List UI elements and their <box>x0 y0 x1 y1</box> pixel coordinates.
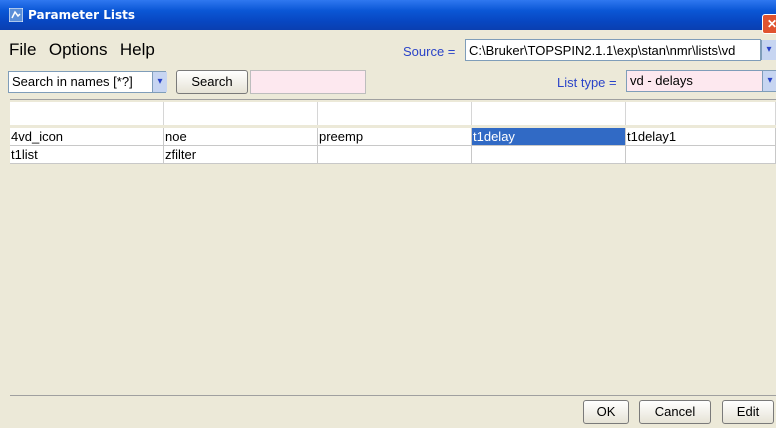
app-icon <box>9 8 23 22</box>
ok-button[interactable]: OK <box>583 400 629 424</box>
menu-file[interactable]: File <box>9 40 36 60</box>
chevron-down-icon: ▾ <box>157 76 163 87</box>
list-type-select[interactable]: vd - delays <box>626 70 776 92</box>
list-type-dropdown-button[interactable]: ▾ <box>762 71 776 91</box>
list-cell[interactable]: t1delay1 <box>626 128 776 146</box>
cancel-button[interactable]: Cancel <box>639 400 711 424</box>
chevron-down-icon: ▾ <box>767 75 773 86</box>
title-bar: Parameter Lists <box>0 0 776 30</box>
menu-bar: File Options Help <box>0 40 155 64</box>
source-select[interactable]: C:\Bruker\TOPSPIN2.1.1\exp\stan\nmr\list… <box>465 39 761 61</box>
list-cell[interactable]: t1list <box>10 146 164 164</box>
left-edge <box>0 99 10 427</box>
close-icon: ✕ <box>766 17 776 31</box>
list-cell[interactable] <box>626 146 776 164</box>
edit-button[interactable]: Edit <box>722 400 774 424</box>
list-cell[interactable] <box>472 146 626 164</box>
grid-header-cell <box>10 102 164 125</box>
grid-header-cell <box>318 102 472 125</box>
list-cell[interactable]: zfilter <box>164 146 318 164</box>
list-cell-selected[interactable]: t1delay <box>472 128 626 146</box>
menu-options[interactable]: Options <box>49 40 108 60</box>
chevron-down-icon: ▾ <box>766 44 772 55</box>
menu-help[interactable]: Help <box>120 40 155 60</box>
list-cell[interactable]: 4vd_icon <box>10 128 164 146</box>
list-cell[interactable]: noe <box>164 128 318 146</box>
source-value: C:\Bruker\TOPSPIN2.1.1\exp\stan\nmr\list… <box>469 43 736 58</box>
search-mode-select[interactable]: Search in names [*?] <box>8 71 166 93</box>
list-type-value: vd - delays <box>630 73 693 88</box>
grid-header <box>10 102 776 125</box>
grid-header-cell <box>472 102 626 125</box>
source-label: Source = <box>403 44 456 59</box>
source-dropdown-button[interactable]: ▾ <box>761 40 776 60</box>
search-button[interactable]: Search <box>176 70 248 94</box>
list-cell[interactable] <box>318 146 472 164</box>
parameter-lists-window: Parameter Lists ✕ File Options Help Sour… <box>0 0 776 427</box>
list-cell[interactable]: preemp <box>318 128 472 146</box>
search-mode-dropdown-button[interactable]: ▾ <box>152 72 167 92</box>
list-type-label: List type = <box>557 75 617 90</box>
window-title: Parameter Lists <box>28 8 135 22</box>
search-input[interactable] <box>250 70 366 94</box>
search-mode-value: Search in names [*?] <box>12 74 133 89</box>
grid-header-cell <box>164 102 318 125</box>
grid-header-cell <box>626 102 776 125</box>
close-button[interactable]: ✕ <box>762 14 776 34</box>
